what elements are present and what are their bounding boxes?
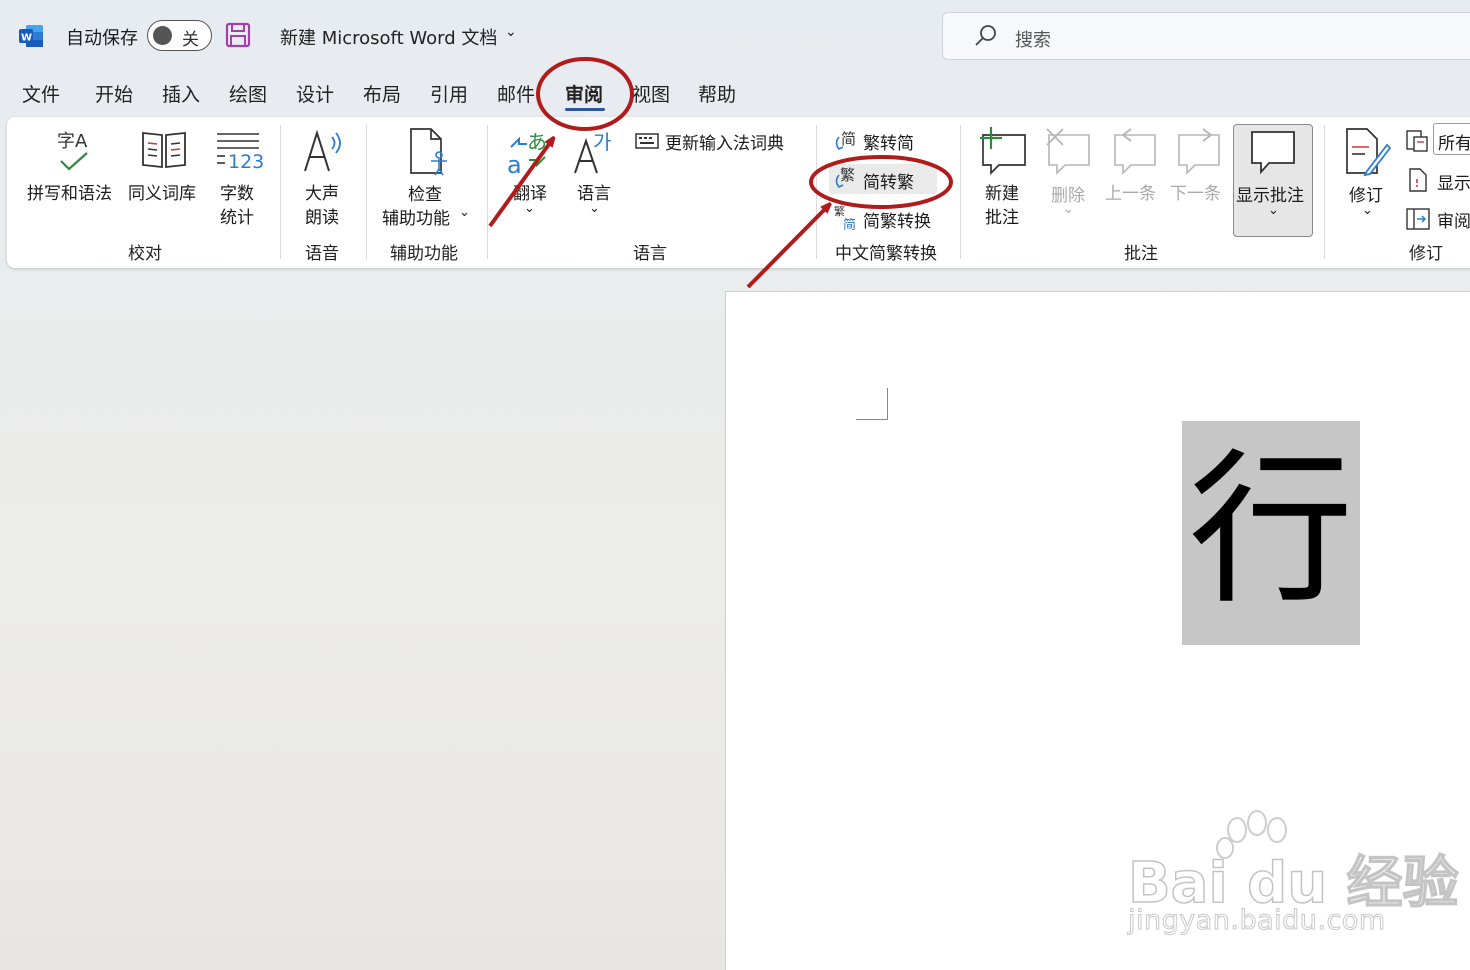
tab-mailings[interactable]: 邮件 <box>497 80 535 107</box>
thesaurus-icon <box>142 132 186 168</box>
word-app-icon: W <box>19 25 43 47</box>
group-chinese-conversion: 中文简繁转换 <box>835 244 937 264</box>
chevron-down-icon[interactable]: ⌄ <box>459 205 470 220</box>
search-icon <box>975 25 996 46</box>
track-changes-icon <box>1346 128 1391 177</box>
group-divider <box>816 125 817 259</box>
reviewing-pane-icon <box>1406 208 1430 230</box>
svg-text:字A: 字A <box>57 131 88 152</box>
group-comments: 批注 <box>1124 244 1158 264</box>
check-accessibility-label-2[interactable]: 辅助功能 <box>382 204 450 229</box>
page-margin-corner-mark <box>856 388 888 420</box>
new-comment-label-2[interactable]: 批注 <box>985 203 1019 228</box>
previous-comment-button[interactable]: 上一条 <box>1105 179 1156 204</box>
chevron-down-icon[interactable]: ⌄ <box>1362 203 1373 218</box>
autosave-toggle[interactable]: 关 <box>147 20 212 51</box>
svg-text:a: a <box>507 151 522 177</box>
simp-trad-conversion-button[interactable]: 简繁转换 <box>863 207 931 232</box>
group-proofing: 校对 <box>128 244 162 264</box>
toggle-state-label: 关 <box>182 30 199 50</box>
group-language: 语言 <box>633 244 667 264</box>
delete-comment-icon <box>1046 128 1090 175</box>
tab-review[interactable]: 审阅 <box>565 80 603 107</box>
thesaurus-button[interactable]: 同义词库 <box>128 179 196 204</box>
toggle-knob <box>153 26 172 45</box>
active-tab-indicator <box>565 108 605 111</box>
save-icon[interactable] <box>225 22 251 48</box>
display-for-review-icon <box>1406 130 1428 152</box>
chevron-down-icon[interactable]: ⌄ <box>505 24 517 40</box>
show-comments-icon <box>1251 131 1295 175</box>
next-comment-icon <box>1178 128 1220 175</box>
selected-character[interactable]: 行 <box>1182 430 1360 630</box>
tab-home[interactable]: 开始 <box>95 80 133 107</box>
previous-comment-icon <box>1114 128 1156 175</box>
translate-icon: あ a <box>507 130 547 177</box>
autosave-label: 自动保存 <box>66 28 138 49</box>
spelling-grammar-icon: 字A <box>57 131 88 171</box>
tab-help[interactable]: 帮助 <box>698 80 736 107</box>
group-divider <box>487 125 488 259</box>
document-title[interactable]: 新建 Microsoft Word 文档 <box>280 24 497 50</box>
svg-text:123: 123 <box>228 151 263 173</box>
next-comment-button[interactable]: 下一条 <box>1170 179 1221 204</box>
show-markup-button[interactable]: 显示 <box>1437 169 1470 194</box>
tab-file[interactable]: 文件 <box>22 80 60 107</box>
tab-insert[interactable]: 插入 <box>162 80 200 107</box>
search-placeholder: 搜索 <box>1015 30 1051 51</box>
chevron-down-icon[interactable]: ⌄ <box>589 201 600 216</box>
new-comment-icon <box>980 127 1026 175</box>
tab-references[interactable]: 引用 <box>430 80 468 107</box>
group-divider <box>366 125 367 259</box>
tab-view[interactable]: 视图 <box>632 80 670 107</box>
svg-text:W: W <box>21 33 32 44</box>
group-divider <box>280 125 281 259</box>
chevron-down-icon[interactable]: ⌄ <box>1268 203 1279 218</box>
all-markup-value: 所有 <box>1438 134 1470 154</box>
title-bar: W 自动保存 关 新建 Microsoft Word 文档 ⌄ 搜索 <box>0 0 1470 70</box>
reviewing-pane-button[interactable]: 审阅 <box>1437 207 1470 232</box>
read-aloud-icon <box>304 129 341 172</box>
tab-layout[interactable]: 布局 <box>363 80 401 107</box>
word-count-label-2[interactable]: 统计 <box>220 203 254 228</box>
keyboard-icon <box>635 133 659 149</box>
svg-text:繁: 繁 <box>834 204 845 218</box>
search-box[interactable]: 搜索 <box>942 12 1470 60</box>
trad-to-simp-icon: 简 <box>835 130 856 150</box>
simp-trad-conversion-icon: 繁 简 <box>834 204 856 231</box>
group-accessibility: 辅助功能 <box>390 244 458 264</box>
tab-design[interactable]: 设计 <box>296 80 334 107</box>
tab-draw[interactable]: 绘图 <box>229 80 267 107</box>
ribbon-panel: 字A 拼写和语法 同义词库 123 字数 统计 校对 大声 朗读 语音 检查 辅… <box>7 117 1470 268</box>
svg-text:あ: あ <box>527 130 547 154</box>
show-markup-icon <box>1409 168 1427 192</box>
group-divider <box>1324 125 1325 259</box>
group-divider <box>960 125 961 259</box>
svg-text:가: 가 <box>593 130 611 154</box>
simp-to-trad-button[interactable]: 简转繁 <box>863 168 914 193</box>
simp-to-trad-icon: 繁 <box>835 166 855 188</box>
update-ime-dictionary-button[interactable]: 更新输入法词典 <box>665 129 784 154</box>
group-speech: 语音 <box>305 244 339 264</box>
new-comment-label-1[interactable]: 新建 <box>985 179 1019 204</box>
language-icon: 가 <box>574 130 611 174</box>
check-accessibility-label-1[interactable]: 检查 <box>408 180 442 205</box>
watermark-url: jingyan.baidu.com <box>1128 905 1386 937</box>
accessibility-checker-icon <box>410 128 447 176</box>
svg-text:简: 简 <box>843 217 856 231</box>
group-tracking: 修订 <box>1409 244 1443 264</box>
word-count-label-1[interactable]: 字数 <box>220 179 254 204</box>
read-aloud-label-1[interactable]: 大声 <box>305 179 339 204</box>
trad-to-simp-button[interactable]: 繁转简 <box>863 129 914 154</box>
read-aloud-label-2[interactable]: 朗读 <box>305 203 339 228</box>
chevron-down-icon[interactable]: ⌄ <box>1063 202 1074 217</box>
svg-text:简: 简 <box>841 130 856 148</box>
svg-text:繁: 繁 <box>840 166 855 184</box>
chevron-down-icon[interactable]: ⌄ <box>524 201 535 216</box>
word-count-icon: 123 <box>217 133 263 173</box>
spelling-grammar-button[interactable]: 拼写和语法 <box>27 179 112 204</box>
